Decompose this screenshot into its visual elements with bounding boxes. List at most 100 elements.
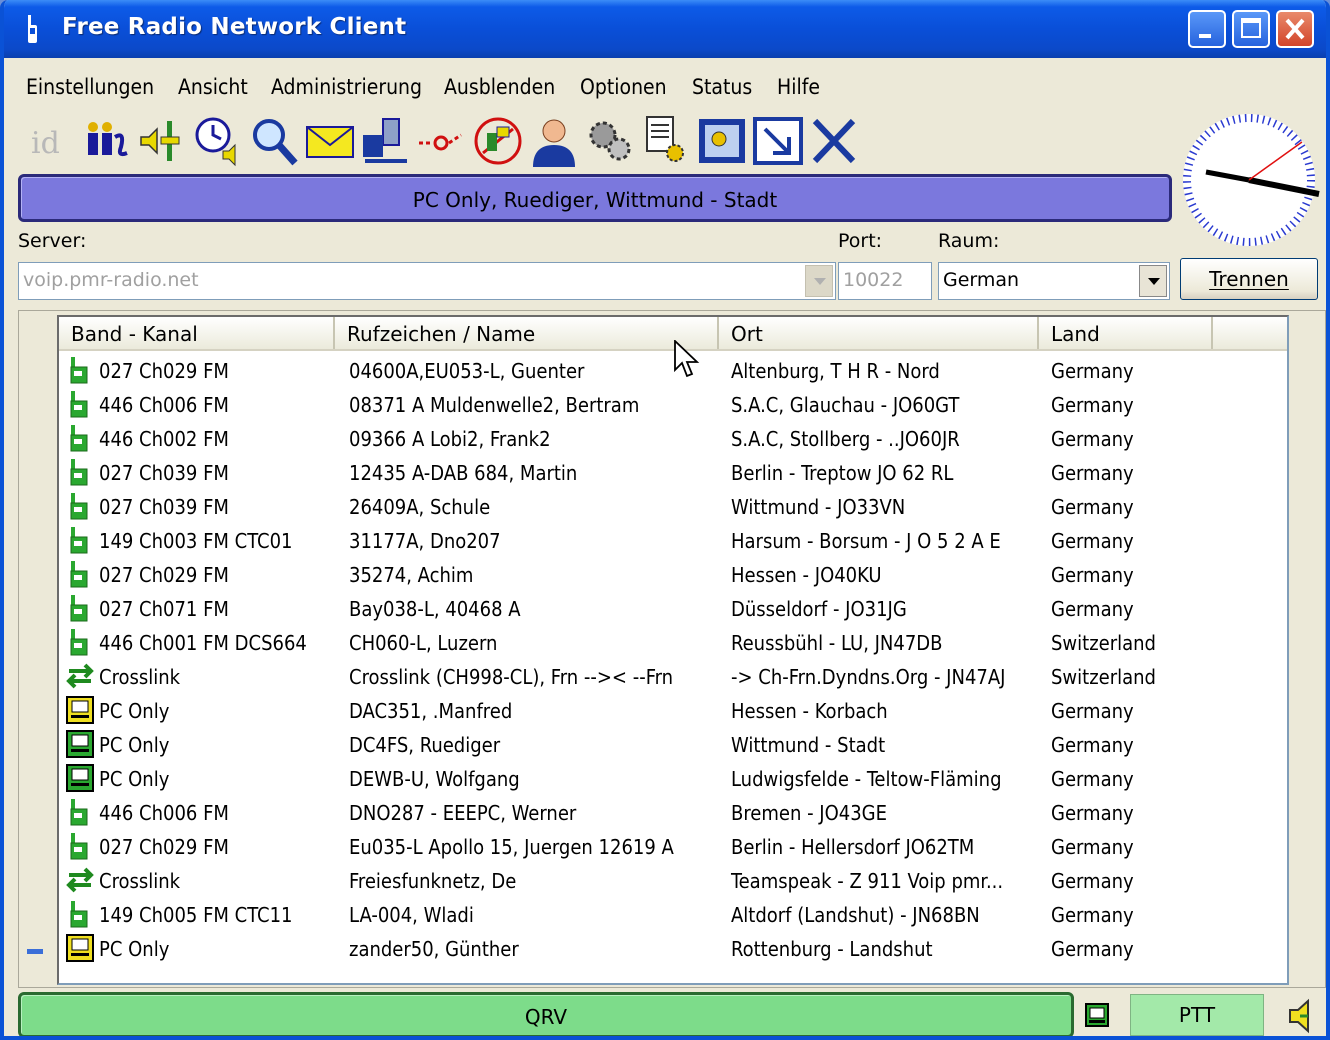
cell-location: Bremen - JO43GE bbox=[731, 801, 887, 825]
cell-band: 446 Ch002 FM bbox=[99, 427, 229, 451]
id-icon[interactable]: id bbox=[22, 112, 76, 168]
volume-slider-icon[interactable] bbox=[134, 112, 188, 168]
ptt-label: PTT bbox=[1178, 1003, 1216, 1027]
cell-band: Crosslink bbox=[99, 665, 181, 689]
port-field[interactable]: 10022 bbox=[838, 262, 932, 300]
magnifier-icon[interactable] bbox=[246, 112, 300, 168]
user-icon[interactable] bbox=[526, 112, 580, 168]
pc-yellow-icon bbox=[65, 933, 95, 963]
ptt-button[interactable]: PTT bbox=[1130, 994, 1264, 1036]
column-header-country[interactable]: Land bbox=[1039, 317, 1213, 349]
menu-optionen[interactable]: Optionen bbox=[580, 75, 667, 99]
table-row[interactable]: 446 Ch006 FM DNO287 - EEEPC, Werner Bremen… bbox=[59, 795, 1287, 829]
people-icon[interactable] bbox=[78, 112, 132, 168]
close-x-icon[interactable] bbox=[806, 112, 860, 168]
table-row[interactable]: PC Only DAC351, .Manfred Hessen - Korbach G… bbox=[59, 693, 1287, 727]
cell-location: Hessen - JO40KU bbox=[731, 563, 882, 587]
room-label: Raum: bbox=[938, 230, 1000, 252]
table-row[interactable]: 027 Ch029 FM 35274, Achim Hessen - JO40KU G… bbox=[59, 557, 1287, 591]
table-row[interactable]: 027 Ch039 FM 26409A, Schule Wittmund - JO3… bbox=[59, 489, 1287, 523]
room-value: German bbox=[943, 269, 1020, 291]
close-button[interactable] bbox=[1276, 10, 1314, 48]
title-bar[interactable]: Free Radio Network Client bbox=[4, 0, 1326, 58]
image-icon[interactable] bbox=[694, 112, 748, 168]
network-icon[interactable] bbox=[358, 112, 412, 168]
menu-ansicht[interactable]: Ansicht bbox=[178, 75, 248, 99]
table-row[interactable]: 027 Ch071 FM Bay038-L, 40468 A Düsseldorf … bbox=[59, 591, 1287, 625]
disconnect-button[interactable]: Trennen bbox=[1180, 258, 1318, 300]
right-splitter[interactable] bbox=[1291, 311, 1325, 987]
cell-country: Germany bbox=[1051, 903, 1134, 927]
left-splitter[interactable] bbox=[19, 311, 53, 987]
cell-location: Berlin - Treptow JO 62 RL bbox=[731, 461, 954, 485]
cell-callsign: 35274, Achim bbox=[349, 563, 474, 587]
table-row[interactable]: 446 Ch001 FM DCS664 CH060-L, Luzern Reussb… bbox=[59, 625, 1287, 659]
crosslink-arrows-icon bbox=[65, 661, 95, 691]
column-header-callsign[interactable]: Rufzeichen / Name bbox=[335, 317, 719, 349]
minimize-button[interactable] bbox=[1188, 10, 1226, 48]
cell-country: Germany bbox=[1051, 529, 1134, 553]
radio-icon bbox=[65, 457, 95, 487]
cell-callsign: DC4FS, Ruediger bbox=[349, 733, 501, 757]
cell-band: 446 Ch006 FM bbox=[99, 393, 229, 417]
cell-country: Germany bbox=[1051, 495, 1134, 519]
table-row[interactable]: 027 Ch039 FM 12435 A-DAB 684, Martin Berli… bbox=[59, 455, 1287, 489]
room-combobox[interactable]: German bbox=[938, 262, 1170, 300]
app-window: Free Radio Network Client Einstellungen … bbox=[0, 0, 1330, 1040]
cell-location: Rottenburg - Landshut bbox=[731, 937, 933, 961]
server-dropdown-button[interactable] bbox=[805, 265, 833, 297]
table-row[interactable]: Crosslink Freiesfunknetz, De Teamspeak - Z… bbox=[59, 863, 1287, 897]
maximize-button[interactable] bbox=[1232, 10, 1270, 48]
table-row[interactable]: 446 Ch002 FM 09366 A Lobi2, Frank2 S.A.C, … bbox=[59, 421, 1287, 455]
cell-callsign: 08371 A Muldenwelle2, Bertram bbox=[349, 393, 640, 417]
close-icon bbox=[1285, 18, 1305, 40]
cell-country: Germany bbox=[1051, 835, 1134, 859]
cell-callsign: Bay038-L, 40468 A bbox=[349, 597, 521, 621]
table-row[interactable]: 027 Ch029 FM Eu035-L Apollo 15, Juergen 1… bbox=[59, 829, 1287, 863]
clock-sound-icon[interactable] bbox=[190, 112, 244, 168]
table-row[interactable]: 149 Ch005 FM CTC11 LA-004, Wladi Altdorf (… bbox=[59, 897, 1287, 931]
document-gear-icon[interactable] bbox=[638, 112, 692, 168]
menu-einstellungen[interactable]: Einstellungen bbox=[26, 75, 154, 99]
cell-callsign: Eu035-L Apollo 15, Juergen 12619 A bbox=[349, 835, 674, 859]
menu-hilfe[interactable]: Hilfe bbox=[777, 75, 820, 99]
microphone-phone-icon[interactable] bbox=[470, 112, 524, 168]
chevron-down-icon bbox=[814, 278, 826, 285]
cell-band: PC Only bbox=[99, 937, 170, 961]
table-row[interactable]: PC Only zander50, Günther Rottenburg - Lan… bbox=[59, 931, 1287, 965]
menu-administrierung[interactable]: Administrierung bbox=[271, 75, 422, 99]
table-row[interactable]: 027 Ch029 FM 04600A,EU053-L, Guenter Alten… bbox=[59, 353, 1287, 387]
menu-status[interactable]: Status bbox=[692, 75, 752, 99]
envelope-icon[interactable] bbox=[302, 112, 356, 168]
cell-location: Reussbühl - LU, JN47DB bbox=[731, 631, 943, 655]
gears-icon[interactable] bbox=[582, 112, 636, 168]
cell-callsign: 12435 A-DAB 684, Martin bbox=[349, 461, 578, 485]
table-row[interactable]: 149 Ch003 FM CTC01 31177A, Dno207 Harsum -… bbox=[59, 523, 1287, 557]
chevron-down-icon bbox=[1148, 278, 1160, 285]
cell-callsign: 09366 A Lobi2, Frank2 bbox=[349, 427, 551, 451]
red-dot-icon[interactable] bbox=[414, 112, 468, 168]
cell-callsign: Freiesfunknetz, De bbox=[349, 869, 517, 893]
table-row[interactable]: PC Only DC4FS, Ruediger Wittmund - Stadt Ge… bbox=[59, 727, 1287, 761]
port-label: Port: bbox=[838, 230, 883, 252]
cell-location: Altdorf (Landshut) - JN68BN bbox=[731, 903, 980, 927]
user-list[interactable]: Band - Kanal Rufzeichen / Name Ort Land … bbox=[57, 315, 1289, 985]
analog-clock-icon bbox=[1183, 114, 1320, 246]
cell-callsign: LA-004, Wladi bbox=[349, 903, 474, 927]
qrv-status-bar: QRV bbox=[18, 992, 1074, 1036]
cell-country: Switzerland bbox=[1051, 665, 1156, 689]
speaker-icon[interactable] bbox=[1286, 998, 1318, 1034]
cell-location: Wittmund - Stadt bbox=[731, 733, 886, 757]
table-row[interactable]: Crosslink Crosslink (CH998-CL), Frn -->< … bbox=[59, 659, 1287, 693]
column-header-band[interactable]: Band - Kanal bbox=[59, 317, 335, 349]
resize-arrow-icon[interactable] bbox=[750, 112, 804, 168]
room-dropdown-button[interactable] bbox=[1139, 265, 1167, 297]
cell-band: 446 Ch001 FM DCS664 bbox=[99, 631, 307, 655]
column-header-location[interactable]: Ort bbox=[719, 317, 1039, 349]
table-row[interactable]: PC Only DEWB-U, Wolfgang Ludwigsfelde - Te… bbox=[59, 761, 1287, 795]
port-value: 10022 bbox=[843, 269, 904, 291]
table-row[interactable]: 446 Ch006 FM 08371 A Muldenwelle2, Bertra… bbox=[59, 387, 1287, 421]
radio-icon bbox=[65, 355, 95, 385]
menu-ausblenden[interactable]: Ausblenden bbox=[444, 75, 555, 99]
server-combobox[interactable]: voip.pmr-radio.net bbox=[18, 262, 836, 300]
